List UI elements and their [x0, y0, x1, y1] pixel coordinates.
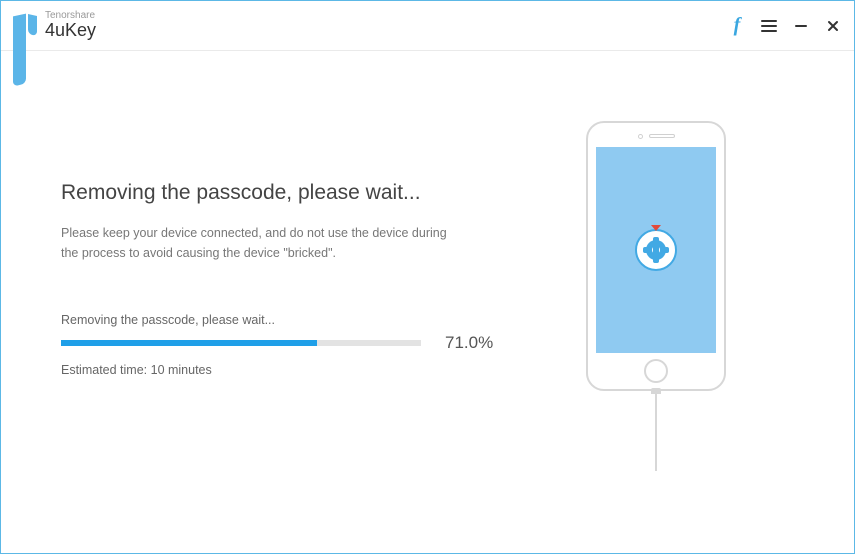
progress-percent: 71.0% — [445, 333, 493, 353]
close-button[interactable] — [824, 17, 842, 35]
page-title: Removing the passcode, please wait... — [61, 181, 511, 205]
progress-pane: Removing the passcode, please wait... Pl… — [61, 111, 521, 523]
phone-screen-icon — [596, 147, 716, 353]
device-pane — [551, 111, 761, 523]
gear-badge-icon — [635, 229, 677, 271]
logo-text: Tenorshare 4uKey — [45, 11, 96, 41]
facebook-icon[interactable]: f — [728, 17, 746, 35]
progress-bar-fill — [61, 340, 317, 346]
cable-icon — [655, 391, 657, 471]
progress-row: 71.0% — [61, 333, 511, 353]
product-label: 4uKey — [45, 21, 96, 41]
progress-bar — [61, 340, 421, 346]
home-button-icon — [644, 359, 668, 383]
progress-label: Removing the passcode, please wait... — [61, 313, 511, 327]
main-content: Removing the passcode, please wait... Pl… — [1, 51, 854, 553]
menu-icon[interactable] — [760, 17, 778, 35]
phone-top-icon — [638, 131, 675, 141]
phone-illustration — [586, 121, 726, 391]
app-window: Tenorshare 4uKey f Removing the passcode… — [0, 0, 855, 554]
estimate-text: Estimated time: 10 minutes — [61, 363, 511, 377]
app-logo: Tenorshare 4uKey — [13, 11, 96, 41]
titlebar: Tenorshare 4uKey f — [1, 1, 854, 51]
instruction-text: Please keep your device connected, and d… — [61, 223, 461, 263]
window-controls: f — [728, 17, 842, 35]
logo-icon — [13, 15, 37, 39]
minimize-button[interactable] — [792, 17, 810, 35]
